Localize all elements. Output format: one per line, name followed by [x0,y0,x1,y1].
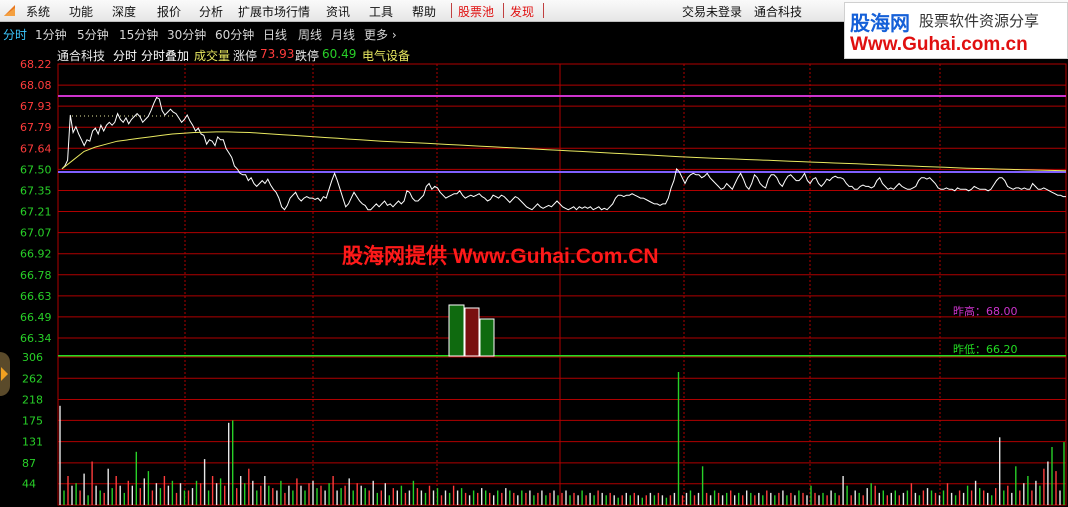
tab-2[interactable]: 5分钟 [77,26,109,43]
tab-7[interactable]: 周线 [298,26,322,43]
price-panel-frame [57,63,1067,358]
price-tick-label: 67.50 [20,163,52,176]
menu-separator [503,3,504,18]
logo-url: Www.Guhai.com.cn [850,34,1028,55]
overlay-bar [448,304,465,357]
tab-4[interactable]: 30分钟 [167,26,206,43]
volume-panel-frame [57,356,1067,506]
logo-subtitle: 股票软件资源分享 [919,12,1040,30]
menu-separator [451,3,452,18]
sector-label[interactable]: 电气设备 [362,47,410,64]
menu-hot-item-1[interactable]: 发现 [510,3,534,20]
price-tick-label: 66.34 [20,332,52,345]
tab-9[interactable]: 更多 › [364,26,397,43]
menu-separator [543,3,544,18]
tab-8[interactable]: 月线 [331,26,355,43]
menu-item-6[interactable]: 资讯 [326,3,350,20]
price-tick-label: 66.49 [20,311,52,324]
volume-tick-label: 218 [22,394,43,407]
app-logo-icon [4,5,15,16]
limit-up-label: 涨停 [233,49,258,63]
limit-down-label: 跌停 [295,49,320,63]
current-stock-title: 通合科技 [754,5,803,19]
volume-tick-label: 306 [22,351,43,364]
menu-item-4[interactable]: 分析 [199,3,223,20]
tab-1[interactable]: 1分钟 [35,26,67,43]
menu-item-3[interactable]: 报价 [157,3,181,20]
price-tick-label: 67.93 [20,100,52,113]
tab-0[interactable]: 分时 [3,26,27,43]
tab-5[interactable]: 60分钟 [215,26,254,43]
volume-label: 成交量 [194,49,231,63]
guhai-logo[interactable]: 股海网 股票软件资源分享 Www.Guhai.com.cn [844,2,1068,59]
average-series-line [61,131,1067,172]
price-tick-label: 67.79 [20,121,52,134]
limit-down-value: 60.49 [322,47,357,61]
price-series-line [61,96,1066,211]
mode-intraday[interactable]: 分时 [113,47,137,64]
price-tick-label: 67.35 [20,184,52,197]
volume-tick-label: 131 [22,436,43,449]
mode-overlay[interactable]: 分时叠加 [141,47,189,64]
volume-tick-label: 262 [22,372,43,385]
price-tick-label: 67.07 [20,227,52,240]
price-tick-label: 67.64 [20,142,52,155]
price-tick-label: 66.78 [20,269,52,282]
menu-item-1[interactable]: 功能 [69,3,93,20]
overlay-bar [464,307,480,357]
tab-3[interactable]: 15分钟 [119,26,158,43]
tab-6[interactable]: 日线 [263,26,287,43]
limit-up-value: 73.93 [260,47,295,61]
logo-title: 股海网 [850,11,910,35]
menu-item-5[interactable]: 扩展市场行情 [238,3,310,20]
overlay-bar [479,318,495,357]
menu-item-0[interactable]: 系统 [26,3,50,20]
price-tick-label: 68.08 [20,79,52,92]
price-tick-label: 66.63 [20,290,52,303]
menu-item-7[interactable]: 工具 [369,3,393,20]
chevron-right-icon [1,367,8,381]
price-tick-label: 67.21 [20,206,52,219]
volume-tick-label: 175 [22,414,43,427]
volume-tick-label: 87 [22,457,36,470]
menu-item-8[interactable]: 帮助 [412,3,436,20]
menu-item-2[interactable]: 深度 [112,3,136,20]
menu-hot-item-0[interactable]: 股票池 [458,3,494,20]
login-status[interactable]: 交易未登录 [682,3,742,20]
prev-low-annotation: 昨低：66.20 [953,343,1018,356]
volume-tick-label: 44 [22,478,36,491]
price-tick-label: 66.92 [20,248,52,261]
watermark-text: 股海网提供 Www.Guhai.Com.CN [342,245,659,268]
prev-high-annotation: 昨高：68.00 [953,304,1018,318]
stock-name: 通合科技 [57,49,106,63]
side-panel-toggle[interactable] [0,352,10,396]
